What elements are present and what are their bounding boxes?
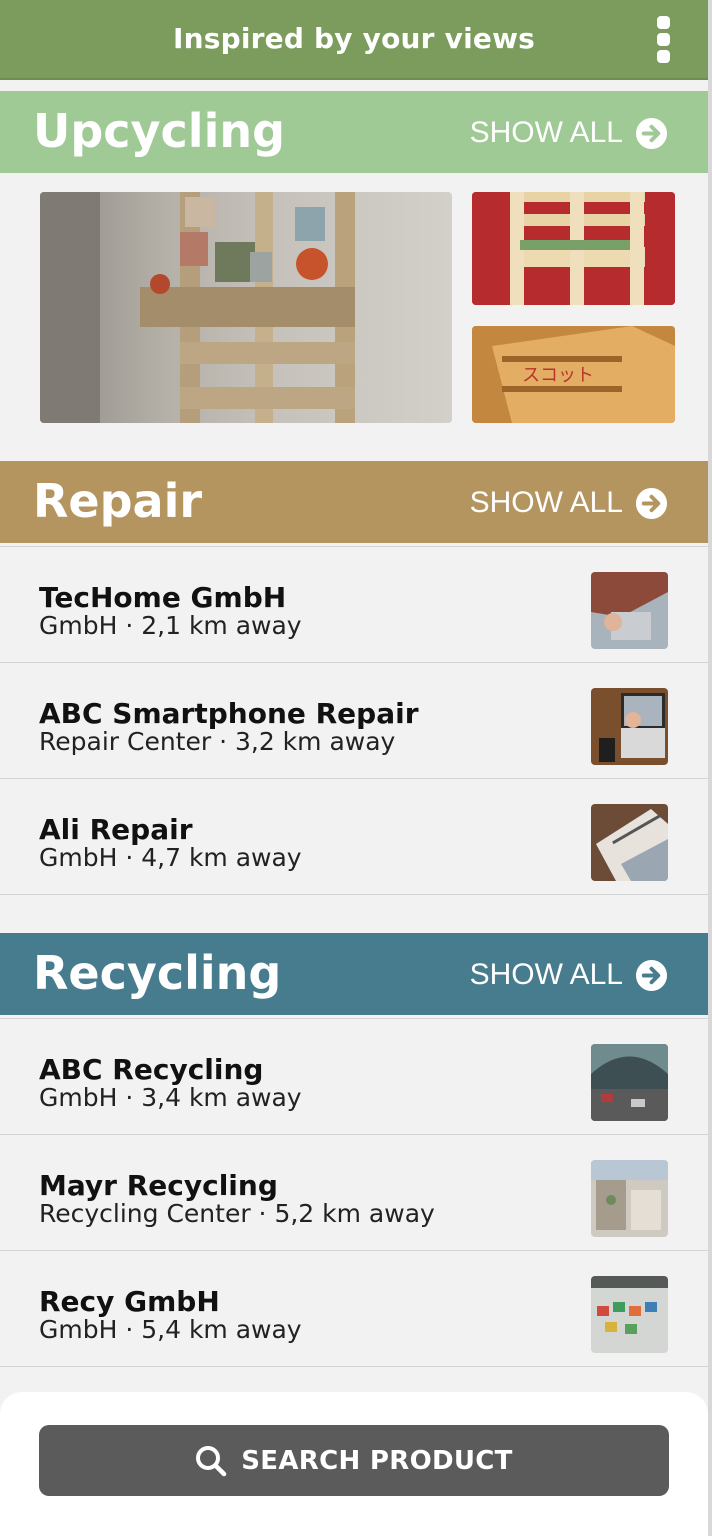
section-header-upcycling: Upcycling SHOW ALL	[0, 91, 708, 173]
item-name: TecHome GmbH	[39, 581, 287, 614]
item-thumbnail	[591, 1276, 668, 1353]
item-subtitle: GmbH · 2,1 km away	[39, 611, 302, 640]
item-name: Mayr Recycling	[39, 1169, 278, 1202]
item-name: ABC Recycling	[39, 1053, 264, 1086]
item-name: ABC Smartphone Repair	[39, 697, 419, 730]
item-thumbnail	[591, 1044, 668, 1121]
show-all-repair-button[interactable]: SHOW ALL	[470, 485, 668, 521]
more-vertical-icon[interactable]	[654, 16, 672, 64]
top-bar: Inspired by your views	[0, 0, 708, 80]
item-thumbnail	[591, 572, 668, 649]
item-name: Recy GmbH	[39, 1285, 220, 1318]
upcycling-photo-wooden-crate[interactable]: スコット	[472, 326, 675, 423]
section-header-recycling: Recycling SHOW ALL	[0, 933, 708, 1015]
show-all-label: SHOW ALL	[469, 116, 623, 149]
list-item-recycling[interactable]: Mayr Recycling Recycling Center · 5,2 km…	[0, 1135, 708, 1251]
item-name: Ali Repair	[39, 813, 193, 846]
list-item-repair[interactable]: Ali Repair GmbH · 4,7 km away	[0, 779, 708, 895]
svg-text:スコット: スコット	[522, 365, 594, 386]
item-subtitle: GmbH · 3,4 km away	[39, 1083, 302, 1112]
show-all-recycling-button[interactable]: SHOW ALL	[470, 957, 668, 993]
section-title-repair: Repair	[33, 474, 203, 528]
list-item-recycling[interactable]: Recy GmbH GmbH · 5,4 km away	[0, 1251, 708, 1367]
page-title: Inspired by your views	[172, 22, 536, 55]
show-all-label: SHOW ALL	[469, 958, 623, 991]
search-product-label: SEARCH PRODUCT	[241, 1445, 513, 1476]
item-subtitle: Recycling Center · 5,2 km away	[39, 1199, 435, 1228]
search-icon	[196, 1445, 227, 1476]
item-subtitle: GmbH · 4,7 km away	[39, 843, 302, 872]
arrow-right-circle-icon	[635, 959, 668, 991]
arrow-right-circle-icon	[635, 487, 668, 519]
list-item-repair[interactable]: TecHome GmbH GmbH · 2,1 km away	[0, 547, 708, 663]
section-title-upcycling: Upcycling	[33, 104, 286, 158]
section-header-repair: Repair SHOW ALL	[0, 461, 708, 543]
upcycling-photo-pallet-shelf[interactable]	[40, 192, 452, 423]
list-item-repair[interactable]: ABC Smartphone Repair Repair Center · 3,…	[0, 663, 708, 779]
item-subtitle: GmbH · 5,4 km away	[39, 1315, 302, 1344]
item-thumbnail	[591, 804, 668, 881]
search-product-button[interactable]: SEARCH PRODUCT	[39, 1425, 669, 1496]
item-thumbnail	[591, 688, 668, 765]
arrow-right-circle-icon	[635, 117, 668, 149]
section-title-recycling: Recycling	[33, 946, 282, 1000]
list-item-recycling[interactable]: ABC Recycling GmbH · 3,4 km away	[0, 1019, 708, 1135]
item-thumbnail	[591, 1160, 668, 1237]
item-subtitle: Repair Center · 3,2 km away	[39, 727, 396, 756]
upcycling-photo-pallet-planter[interactable]	[472, 192, 675, 305]
show-all-upcycling-button[interactable]: SHOW ALL	[470, 115, 668, 151]
scrollbar-track[interactable]	[708, 0, 712, 1536]
show-all-label: SHOW ALL	[469, 486, 623, 519]
app-screen: Inspired by your views Upcycling SHOW AL…	[0, 0, 712, 1536]
